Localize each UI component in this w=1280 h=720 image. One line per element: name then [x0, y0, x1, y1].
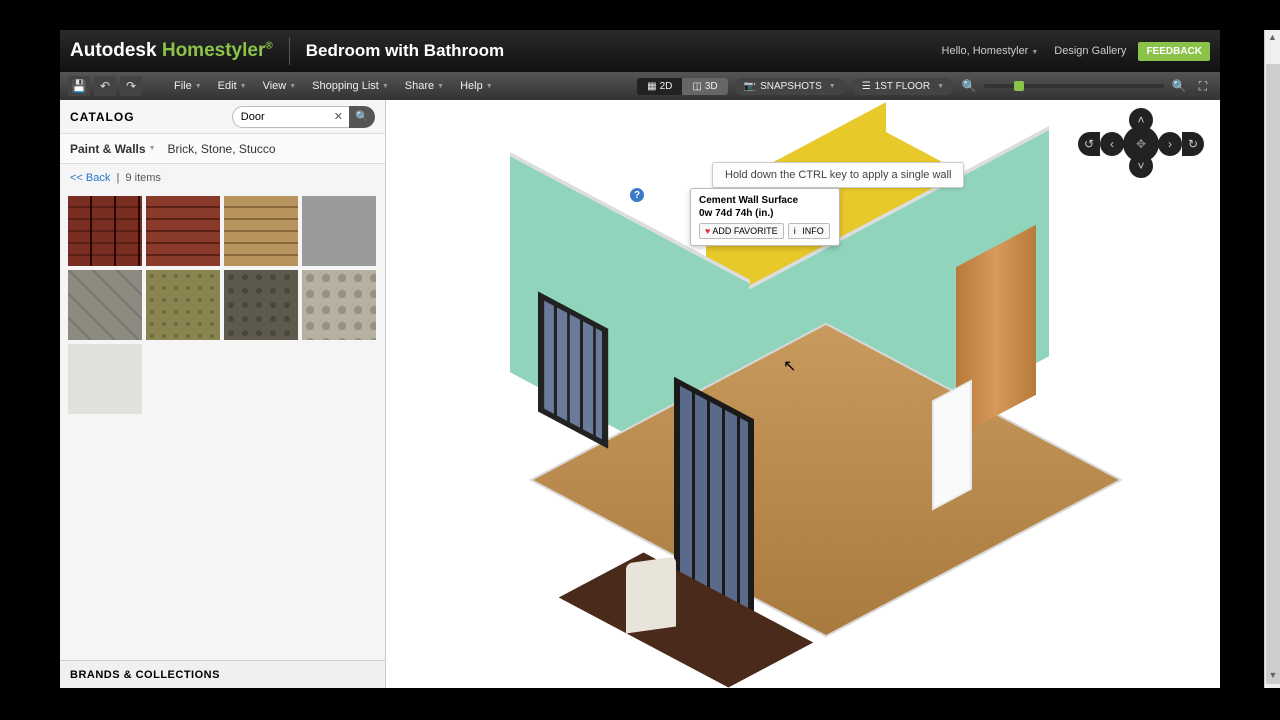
armchair[interactable] [626, 556, 676, 633]
add-favorite-button[interactable]: ♥ADD FAVORITE [699, 223, 784, 239]
view-3d-button[interactable]: ◫3D [682, 78, 727, 95]
scroll-up-icon[interactable]: ▲ [1266, 32, 1280, 46]
search-wrap: ✕ 🔍 [232, 106, 375, 128]
swatch-brick-tan[interactable] [224, 196, 298, 266]
search-icon: 🔍 [355, 110, 369, 123]
chevron-down-icon: ▼ [1031, 49, 1038, 56]
app-body: CATALOG ✕ 🔍 Paint & Walls ▼ Brick, Stone… [60, 100, 1220, 688]
search-button[interactable]: 🔍 [349, 106, 375, 128]
swatch-cement[interactable] [302, 196, 376, 266]
heart-icon: ♥ [705, 226, 710, 236]
brand-homestyler: Homestyler [162, 40, 266, 61]
rotate-right-button[interactable]: ↻ [1182, 132, 1204, 156]
swatch-brick-red-2[interactable] [146, 196, 220, 266]
chevron-down-icon: ▼ [149, 145, 156, 152]
window-scrollbar[interactable]: ▲ ▼ [1264, 30, 1280, 688]
pan-down-button[interactable]: ˅ [1129, 154, 1153, 178]
brands-collections-bar[interactable]: BRANDS & COLLECTIONS [60, 660, 385, 688]
catalog-subheader: << Back | 9 items [60, 164, 385, 192]
cube-icon: ◫ [692, 81, 701, 92]
redo-icon[interactable]: ↷ [120, 76, 142, 96]
door-white[interactable] [932, 379, 972, 510]
app-window: Autodesk Homestyler® Bedroom with Bathro… [60, 30, 1220, 688]
grid-icon: ▦ [647, 81, 656, 92]
menu-items: File▼ Edit▼ View▼ Shopping List▼ Share▼ … [166, 80, 501, 92]
snapshots-button[interactable]: 📷SNAPSHOTS▼ [734, 78, 846, 95]
info-icon: i [794, 226, 796, 236]
design-gallery-link[interactable]: Design Gallery [1054, 45, 1126, 57]
undo-icon[interactable]: ↶ [94, 76, 116, 96]
swatch-stone-1[interactable] [68, 270, 142, 340]
camera-icon: 📷 [744, 81, 756, 92]
menu-help[interactable]: Help▼ [452, 80, 501, 92]
menu-shopping-list[interactable]: Shopping List▼ [304, 80, 397, 92]
project-title: Bedroom with Bathroom [306, 41, 504, 61]
zoom-thumb[interactable] [1014, 81, 1024, 91]
info-button[interactable]: i INFO [788, 223, 830, 239]
view-toggle: ▦2D ◫3D [637, 78, 728, 95]
swatch-brick-red-1[interactable] [68, 196, 142, 266]
hint-tooltip: Hold down the CTRL key to apply a single… [712, 162, 964, 188]
swatch-stone-3[interactable] [224, 270, 298, 340]
swatch-stone-4[interactable] [302, 270, 376, 340]
nav-compass: ↺ ‹ ˄ ✥ › ↻ ˅ [1086, 114, 1196, 174]
catalog-header: CATALOG ✕ 🔍 [60, 100, 385, 134]
breadcrumb: Paint & Walls ▼ Brick, Stone, Stucco [60, 134, 385, 164]
help-icon[interactable]: ? [630, 188, 644, 202]
item-count: 9 items [125, 172, 160, 184]
material-popover: Cement Wall Surface 0w 74d 74h (in.) ♥AD… [690, 188, 840, 246]
clear-search-icon[interactable]: ✕ [334, 110, 343, 123]
brand-logo: Autodesk Homestyler® [70, 40, 273, 62]
zoom-in-icon[interactable]: 🔍 [1170, 77, 1188, 95]
back-link[interactable]: << Back [70, 172, 110, 184]
crumb-paint-walls[interactable]: Paint & Walls ▼ [70, 142, 156, 156]
scroll-thumb[interactable] [1266, 64, 1280, 684]
menu-bar: 💾 ↶ ↷ File▼ Edit▼ View▼ Shopping List▼ S… [60, 72, 1220, 100]
menu-view[interactable]: View▼ [255, 80, 305, 92]
crumb-brick-stone[interactable]: Brick, Stone, Stucco [168, 142, 276, 156]
pan-right-button[interactable]: › [1158, 132, 1182, 156]
fullscreen-icon[interactable]: ⛶ [1194, 77, 1212, 95]
swatch-stone-2[interactable] [146, 270, 220, 340]
popover-dimensions: 0w 74d 74h (in.) [699, 208, 831, 219]
catalog-sidebar: CATALOG ✕ 🔍 Paint & Walls ▼ Brick, Stone… [60, 100, 386, 688]
menu-file[interactable]: File▼ [166, 80, 210, 92]
feedback-button[interactable]: FEEDBACK [1138, 42, 1210, 61]
rotate-left-button[interactable]: ↺ [1078, 132, 1100, 156]
swatch-grid [60, 192, 385, 418]
divider [289, 37, 290, 65]
save-icon[interactable]: 💾 [68, 76, 90, 96]
title-bar: Autodesk Homestyler® Bedroom with Bathro… [60, 30, 1220, 72]
floor-selector[interactable]: ☰1ST FLOOR▼ [852, 78, 954, 95]
popover-title: Cement Wall Surface [699, 195, 831, 206]
swatch-stone-5[interactable] [68, 344, 142, 414]
catalog-title: CATALOG [70, 110, 135, 124]
layers-icon: ☰ [862, 81, 871, 92]
zoom-slider[interactable] [984, 84, 1164, 88]
brand-autodesk: Autodesk [70, 40, 157, 61]
user-greeting[interactable]: Hello, Homestyler▼ [942, 45, 1039, 57]
menu-share[interactable]: Share▼ [397, 80, 452, 92]
brand-reg: ® [265, 41, 272, 52]
pan-left-button[interactable]: ‹ [1100, 132, 1124, 156]
zoom-out-icon[interactable]: 🔍 [960, 77, 978, 95]
menu-edit[interactable]: Edit▼ [210, 80, 255, 92]
scroll-down-icon[interactable]: ▼ [1266, 670, 1280, 684]
right-toolbar: ▦2D ◫3D 📷SNAPSHOTS▼ ☰1ST FLOOR▼ 🔍 🔍 ⛶ [637, 77, 1212, 95]
view-2d-button[interactable]: ▦2D [637, 78, 682, 95]
design-canvas[interactable]: ↺ ‹ ˄ ✥ › ↻ ˅ Hold down the CTRL key to … [386, 100, 1220, 688]
